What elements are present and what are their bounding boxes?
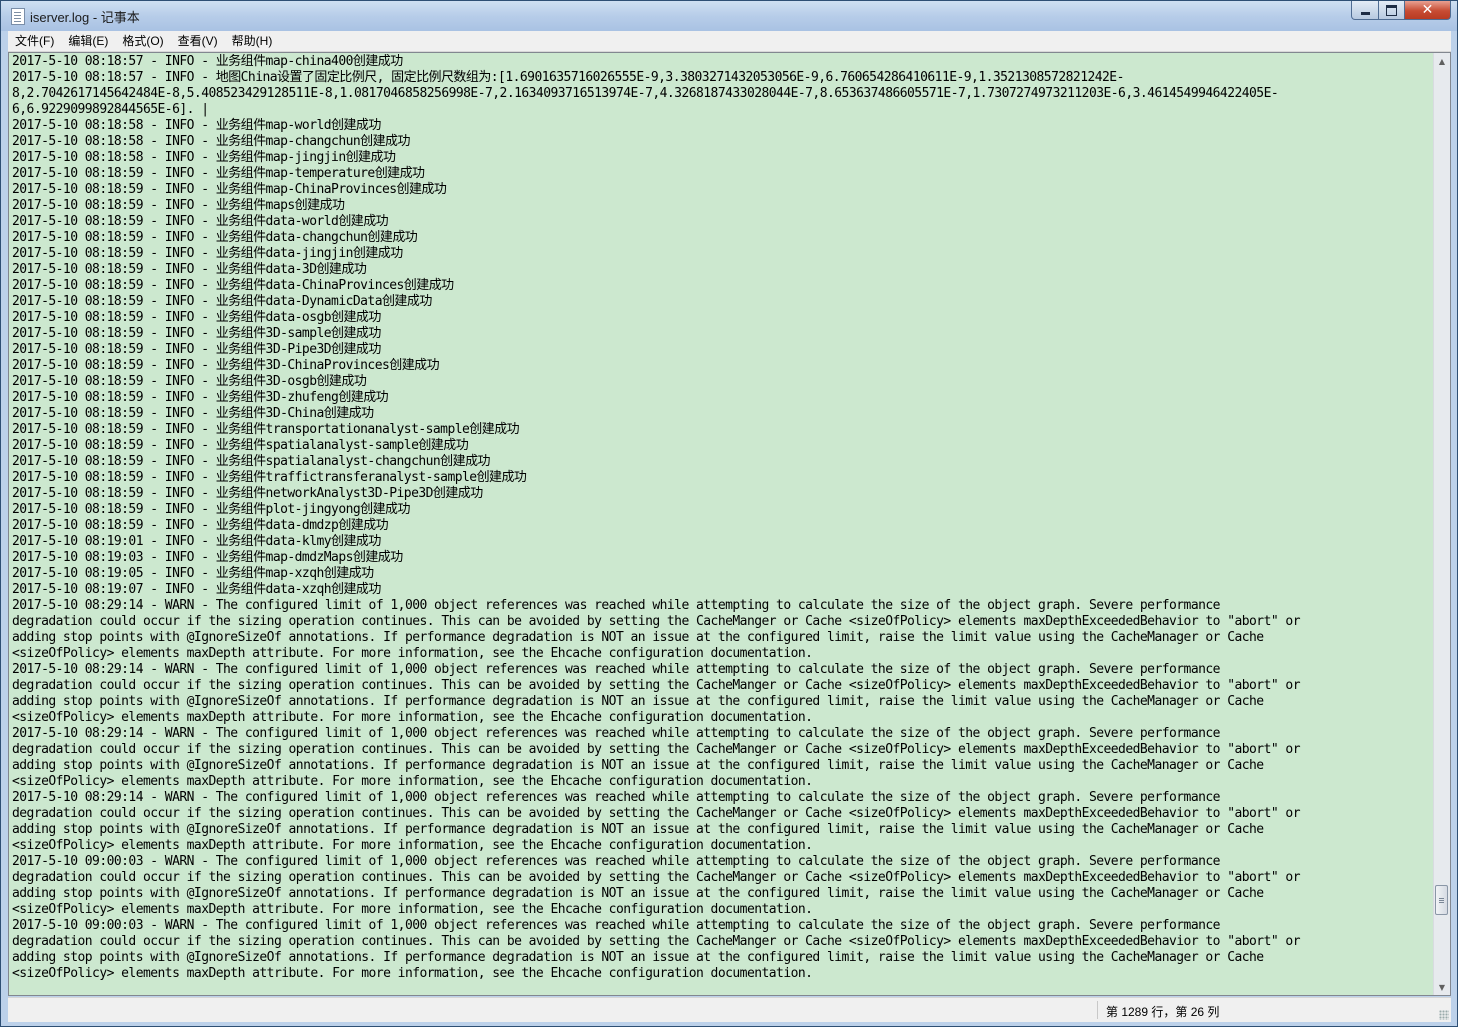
text-line[interactable]: 2017-5-10 08:18:59 - INFO - 业务组件3D-China… bbox=[12, 358, 1432, 374]
text-line[interactable]: <sizeOfPolicy> elements maxDepth attribu… bbox=[12, 902, 1432, 918]
text-line[interactable]: 2017-5-10 09:00:03 - WARN - The configur… bbox=[12, 918, 1432, 934]
text-line[interactable]: 2017-5-10 08:19:07 - INFO - 业务组件data-xzq… bbox=[12, 582, 1432, 598]
text-line[interactable]: 2017-5-10 08:18:59 - INFO - 业务组件data-cha… bbox=[12, 230, 1432, 246]
text-line[interactable]: 6,6.9229099892844565E-6]. | bbox=[12, 102, 1432, 118]
maximize-icon bbox=[1386, 4, 1397, 16]
text-line[interactable]: 2017-5-10 08:29:14 - WARN - The configur… bbox=[12, 662, 1432, 678]
text-line[interactable]: 2017-5-10 08:18:59 - INFO - 业务组件3D-China… bbox=[12, 406, 1432, 422]
text-line[interactable]: 2017-5-10 08:18:59 - INFO - 业务组件maps创建成功 bbox=[12, 198, 1432, 214]
text-line[interactable]: <sizeOfPolicy> elements maxDepth attribu… bbox=[12, 966, 1432, 982]
text-line[interactable]: degradation could occur if the sizing op… bbox=[12, 742, 1432, 758]
text-line[interactable]: degradation could occur if the sizing op… bbox=[12, 806, 1432, 822]
text-line[interactable]: 2017-5-10 08:18:59 - INFO - 业务组件map-temp… bbox=[12, 166, 1432, 182]
text-line[interactable]: degradation could occur if the sizing op… bbox=[12, 678, 1432, 694]
text-line[interactable]: <sizeOfPolicy> elements maxDepth attribu… bbox=[12, 838, 1432, 854]
text-line[interactable]: 8,2.7042617145642484E-8,5.40852342912851… bbox=[12, 86, 1432, 102]
status-bar: 第 1289 行，第 26 列 bbox=[8, 997, 1451, 1022]
text-line[interactable]: <sizeOfPolicy> elements maxDepth attribu… bbox=[12, 774, 1432, 790]
scroll-thumb[interactable] bbox=[1435, 885, 1448, 915]
text-line[interactable]: 2017-5-10 08:18:59 - INFO - 业务组件3D-osgb创… bbox=[12, 374, 1432, 390]
text-line[interactable]: adding stop points with @IgnoreSizeOf an… bbox=[12, 950, 1432, 966]
text-line[interactable]: 2017-5-10 08:18:58 - INFO - 业务组件map-jing… bbox=[12, 150, 1432, 166]
status-divider bbox=[1097, 1001, 1098, 1019]
notepad-icon[interactable] bbox=[11, 8, 25, 25]
text-line[interactable]: degradation could occur if the sizing op… bbox=[12, 934, 1432, 950]
text-line[interactable]: 2017-5-10 08:19:01 - INFO - 业务组件data-klm… bbox=[12, 534, 1432, 550]
text-editor[interactable]: 2017-5-10 08:18:57 - INFO - 业务组件map-chin… bbox=[8, 52, 1451, 996]
menu-format[interactable]: 格式(O) bbox=[115, 31, 170, 51]
text-line[interactable]: 2017-5-10 08:18:59 - INFO - 业务组件data-wor… bbox=[12, 214, 1432, 230]
text-line[interactable]: 2017-5-10 08:18:58 - INFO - 业务组件map-chan… bbox=[12, 134, 1432, 150]
minimize-icon bbox=[1360, 11, 1370, 15]
text-line[interactable]: 2017-5-10 08:18:59 - INFO - 业务组件3D-zhufe… bbox=[12, 390, 1432, 406]
text-line[interactable]: 2017-5-10 08:19:05 - INFO - 业务组件map-xzqh… bbox=[12, 566, 1432, 582]
text-line[interactable]: 2017-5-10 08:18:59 - INFO - 业务组件spatiala… bbox=[12, 454, 1432, 470]
text-line[interactable]: 2017-5-10 08:18:59 - INFO - 业务组件map-Chin… bbox=[12, 182, 1432, 198]
menu-edit[interactable]: 编辑(E) bbox=[61, 31, 115, 51]
text-line[interactable]: 2017-5-10 08:18:59 - INFO - 业务组件data-osg… bbox=[12, 310, 1432, 326]
text-line[interactable]: 2017-5-10 08:18:59 - INFO - 业务组件3D-sampl… bbox=[12, 326, 1432, 342]
text-line[interactable]: 2017-5-10 08:18:59 - INFO - 业务组件networkA… bbox=[12, 486, 1432, 502]
notepad-window: iserver.log - 记事本 ✕ 文件(F) 编辑(E) 格式(O) 查看… bbox=[0, 0, 1458, 1027]
close-icon: ✕ bbox=[1421, 2, 1434, 18]
caption-buttons: ✕ bbox=[1351, 1, 1451, 21]
text-line[interactable]: 2017-5-10 08:18:59 - INFO - 业务组件transpor… bbox=[12, 422, 1432, 438]
text-line[interactable]: adding stop points with @IgnoreSizeOf an… bbox=[12, 758, 1432, 774]
cursor-position: 第 1289 行，第 26 列 bbox=[1106, 1005, 1220, 1019]
minimize-button[interactable] bbox=[1351, 1, 1379, 20]
text-line[interactable]: <sizeOfPolicy> elements maxDepth attribu… bbox=[12, 710, 1432, 726]
text-line[interactable]: 2017-5-10 08:18:57 - INFO - 地图China设置了固定… bbox=[12, 70, 1432, 86]
scroll-up-icon: ▲ bbox=[1438, 56, 1446, 66]
vertical-scrollbar[interactable]: ▲ ▼ bbox=[1433, 53, 1450, 995]
text-line[interactable]: degradation could occur if the sizing op… bbox=[12, 614, 1432, 630]
text-line[interactable]: 2017-5-10 08:18:59 - INFO - 业务组件data-jin… bbox=[12, 246, 1432, 262]
text-line[interactable]: 2017-5-10 08:29:14 - WARN - The configur… bbox=[12, 790, 1432, 806]
scroll-up-arrow[interactable]: ▲ bbox=[1434, 53, 1450, 69]
text-line[interactable]: 2017-5-10 08:18:59 - INFO - 业务组件plot-jin… bbox=[12, 502, 1432, 518]
resize-grip-icon[interactable] bbox=[1439, 1010, 1449, 1020]
text-line[interactable]: 2017-5-10 08:29:14 - WARN - The configur… bbox=[12, 726, 1432, 742]
maximize-button[interactable] bbox=[1379, 1, 1405, 20]
text-line[interactable]: adding stop points with @IgnoreSizeOf an… bbox=[12, 886, 1432, 902]
text-line[interactable]: 2017-5-10 08:18:59 - INFO - 业务组件3D-Pipe3… bbox=[12, 342, 1432, 358]
window-title: iserver.log - 记事本 bbox=[30, 10, 140, 25]
scroll-down-arrow[interactable]: ▼ bbox=[1434, 979, 1450, 995]
text-line[interactable]: adding stop points with @IgnoreSizeOf an… bbox=[12, 630, 1432, 646]
menu-help[interactable]: 帮助(H) bbox=[225, 31, 280, 51]
text-line[interactable]: 2017-5-10 08:18:59 - INFO - 业务组件data-3D创… bbox=[12, 262, 1432, 278]
menu-view[interactable]: 查看(V) bbox=[171, 31, 225, 51]
text-line[interactable]: 2017-5-10 08:18:58 - INFO - 业务组件map-worl… bbox=[12, 118, 1432, 134]
text-area[interactable]: 2017-5-10 08:18:57 - INFO - 业务组件map-chin… bbox=[12, 54, 1432, 994]
scroll-down-icon: ▼ bbox=[1438, 982, 1446, 992]
close-button[interactable]: ✕ bbox=[1405, 1, 1451, 20]
text-line[interactable]: adding stop points with @IgnoreSizeOf an… bbox=[12, 822, 1432, 838]
text-line[interactable]: adding stop points with @IgnoreSizeOf an… bbox=[12, 694, 1432, 710]
text-line[interactable]: 2017-5-10 08:18:57 - INFO - 业务组件map-chin… bbox=[12, 54, 1432, 70]
title-bar[interactable]: iserver.log - 记事本 ✕ bbox=[1, 1, 1457, 31]
text-line[interactable]: 2017-5-10 08:19:03 - INFO - 业务组件map-dmdz… bbox=[12, 550, 1432, 566]
menu-bar: 文件(F) 编辑(E) 格式(O) 查看(V) 帮助(H) bbox=[8, 31, 1451, 52]
text-line[interactable]: 2017-5-10 08:18:59 - INFO - 业务组件spatiala… bbox=[12, 438, 1432, 454]
text-line[interactable]: 2017-5-10 08:18:59 - INFO - 业务组件data-Chi… bbox=[12, 278, 1432, 294]
text-line[interactable]: 2017-5-10 09:00:03 - WARN - The configur… bbox=[12, 854, 1432, 870]
menu-file[interactable]: 文件(F) bbox=[8, 31, 61, 51]
text-line[interactable]: 2017-5-10 08:18:59 - INFO - 业务组件data-dmd… bbox=[12, 518, 1432, 534]
text-line[interactable]: 2017-5-10 08:18:59 - INFO - 业务组件data-Dyn… bbox=[12, 294, 1432, 310]
text-line[interactable]: 2017-5-10 08:29:14 - WARN - The configur… bbox=[12, 598, 1432, 614]
text-line[interactable]: degradation could occur if the sizing op… bbox=[12, 870, 1432, 886]
text-line[interactable]: 2017-5-10 08:18:59 - INFO - 业务组件traffict… bbox=[12, 470, 1432, 486]
text-line[interactable]: <sizeOfPolicy> elements maxDepth attribu… bbox=[12, 646, 1432, 662]
